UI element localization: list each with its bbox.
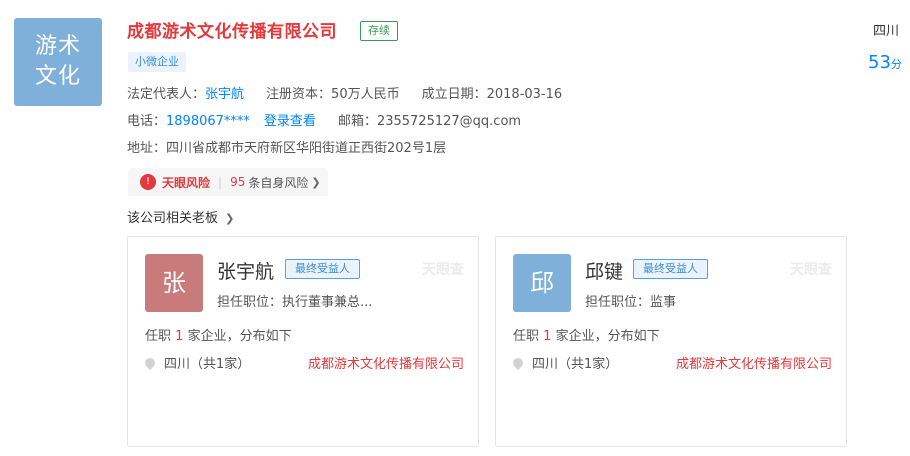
basic-info-row: 法定代表人：张宇航 注册资本：50万人民币 成立日期：2018-03-16 [127, 83, 562, 102]
login-view-link[interactable]: 登录查看 [264, 114, 316, 129]
boss-region: 四川（共1家） [532, 357, 619, 372]
risk-summary[interactable]: ! 天眼风险 | 95 条自身风险 ❯ [128, 168, 328, 196]
logo-line-1: 游术 [34, 34, 81, 59]
legal-rep-link[interactable]: 张宇航 [205, 87, 244, 102]
serve-suffix: 家企业，分布如下 [187, 329, 292, 344]
tianyancha-watermark: 天眼查 [790, 262, 832, 278]
address-row: 地址：四川省成都市天府新区华阳街道正西街202号1层 [127, 137, 446, 156]
company-tag: 小微企业 [128, 52, 186, 72]
tianyancha-watermark: 天眼查 [422, 262, 464, 278]
serve-prefix: 任职 [145, 329, 172, 344]
serve-count: 1 [175, 329, 184, 344]
score-unit: 分 [890, 58, 902, 71]
phone-label: 电话： [127, 114, 167, 129]
serve-count: 1 [543, 329, 552, 344]
avatar: 张 [145, 254, 203, 312]
boss-position: 担任职位：监事 [585, 295, 677, 310]
address-label: 地址： [127, 141, 167, 156]
address-value: 四川省成都市天府新区华阳街道正西街202号1层 [166, 141, 447, 156]
phone-value: 1898067**** [166, 114, 250, 129]
founded-value: 2018-03-16 [486, 87, 563, 102]
boss-position: 担任职位：执行董事兼总... [217, 295, 373, 310]
location-pin-icon [510, 355, 526, 370]
chevron-right-icon: ❯ [225, 212, 235, 225]
boss-name-link[interactable]: 邱键 [585, 257, 623, 284]
boss-location: 四川（共1家） [142, 353, 251, 372]
logo-line-2: 文化 [34, 64, 81, 89]
serve-suffix: 家企业，分布如下 [555, 329, 660, 344]
boss-region: 四川（共1家） [164, 357, 251, 372]
related-bosses-title[interactable]: 该公司相关老板 ❯ [127, 207, 234, 226]
company-name-link[interactable]: 成都游术文化传播有限公司 [127, 17, 337, 42]
boss-company-link[interactable]: 成都游术文化传播有限公司 [676, 353, 832, 372]
boss-location: 四川（共1家） [510, 353, 619, 372]
company-logo: 游术 文化 [14, 18, 102, 106]
score[interactable]: 53分 [868, 52, 902, 73]
beneficiary-badge: 最终受益人 [633, 259, 708, 279]
location-pin-icon [142, 355, 158, 370]
risk-count: 95 [230, 175, 246, 189]
email-value: 2355725127@qq.com [376, 114, 522, 129]
risk-label: 天眼风险 [162, 175, 211, 190]
avatar: 邱 [513, 254, 571, 312]
beneficiary-badge: 最终受益人 [285, 259, 360, 279]
boss-card[interactable]: 张 张宇航 最终受益人 天眼查 担任职位：执行董事兼总... 任职 1 家企业，… [127, 236, 479, 447]
score-value: 53 [868, 52, 891, 73]
legal-rep-label: 法定代表人： [127, 87, 206, 102]
email-label: 邮箱： [337, 114, 377, 129]
serve-info: 任职 1 家企业，分布如下 [145, 325, 292, 344]
boss-company-link[interactable]: 成都游术文化传播有限公司 [308, 353, 464, 372]
serve-prefix: 任职 [513, 329, 540, 344]
related-bosses-label: 该公司相关老板 [127, 211, 219, 226]
risk-text: 条自身风险 [248, 175, 309, 190]
founded-label: 成立日期： [421, 87, 487, 102]
chevron-right-icon: ❯ [311, 175, 321, 189]
shield-icon: ! [140, 174, 156, 190]
capital-label: 注册资本： [266, 87, 332, 102]
contact-row: 电话：1898067**** 登录查看 邮箱：2355725127@qq.com [127, 110, 521, 129]
boss-name-link[interactable]: 张宇航 [217, 257, 274, 284]
risk-divider: | [218, 175, 223, 189]
capital-value: 50万人民币 [331, 87, 400, 102]
region-text: 四川 [873, 24, 900, 39]
boss-card[interactable]: 邱 邱键 最终受益人 天眼查 担任职位：监事 任职 1 家企业，分布如下 四川（… [495, 236, 847, 447]
serve-info: 任职 1 家企业，分布如下 [513, 325, 660, 344]
status-badge: 存续 [360, 21, 398, 41]
